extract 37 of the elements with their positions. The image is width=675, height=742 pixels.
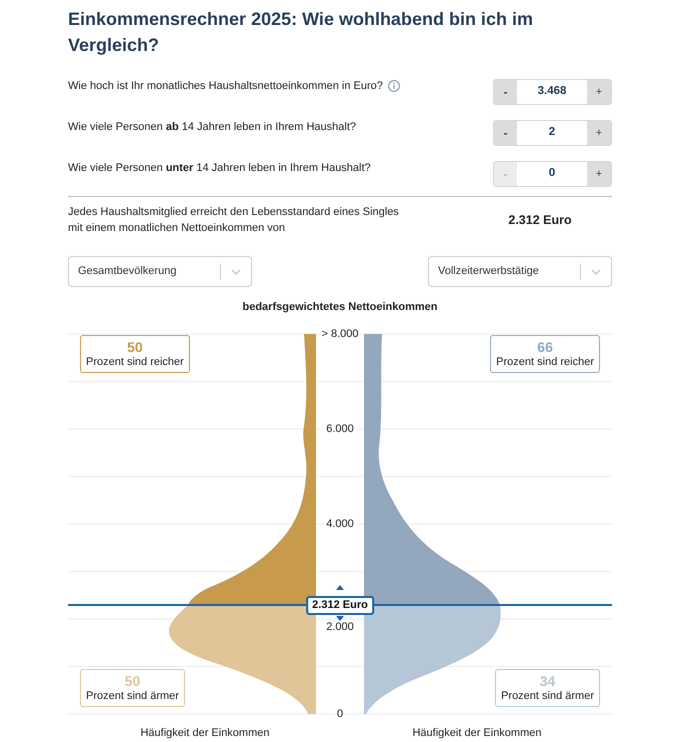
- info-icon[interactable]: [388, 80, 400, 92]
- percentage-value: 66: [537, 339, 553, 355]
- page-title: Einkommensrechner 2025: Wie wohlhabend bin ich im Vergleich?: [68, 8, 534, 57]
- increment-button[interactable]: +: [587, 121, 611, 145]
- axis-tick-label: > 8.000: [320, 328, 360, 340]
- percentage-value: 50: [124, 673, 140, 689]
- axis-title: Häufigkeit der Einkommen: [412, 727, 542, 739]
- question-text: Wie viele Personen ab 14 Jahren leben in Ihrem Haushalt?: [68, 120, 356, 134]
- decrement-button[interactable]: -: [494, 80, 517, 104]
- percentage-label: Prozent sind ärmer: [86, 689, 179, 703]
- marker-value-badge[interactable]: 2.312 Euro: [306, 596, 374, 615]
- percentage-value: 34: [540, 673, 556, 689]
- axis-tick-label: 0: [334, 708, 346, 720]
- chart-title: bedarfsgewichtetes Nettoeinkommen: [242, 300, 438, 314]
- decrement-button[interactable]: -: [494, 121, 517, 145]
- percentage-label: Prozent sind reicher: [86, 355, 184, 369]
- percentage-value: 50: [127, 339, 143, 355]
- axis-tick-label: 6.000: [324, 423, 356, 435]
- caret-up-icon[interactable]: [336, 585, 344, 590]
- number-stepper[interactable]: - 2 +: [493, 120, 612, 146]
- number-stepper[interactable]: - 0 +: [493, 161, 612, 187]
- percentage-label: Prozent sind ärmer: [501, 689, 594, 703]
- axis-tick-label: 4.000: [324, 518, 356, 530]
- number-stepper[interactable]: - 3.468 +: [493, 79, 612, 105]
- result-text: Jedes Haushaltsmitglied erreicht den Lebensstandard eines Singles mit einem monatlichen Nettoeinkommen von: [68, 205, 400, 236]
- axis-title: Häufigkeit der Einkommen: [140, 727, 270, 739]
- increment-button[interactable]: +: [587, 162, 611, 186]
- chevron-down-icon: [591, 268, 601, 274]
- question-text: Wie hoch ist Ihr monatliches Haushaltsnettoeinkommen in Euro?: [68, 79, 383, 93]
- question-text: Wie viele Personen unter 14 Jahren leben in Ihrem Haushalt?: [68, 161, 371, 175]
- percentage-label: Prozent sind reicher: [496, 355, 594, 369]
- population-dropdown[interactable]: Vollzeiterwerbstätige: [428, 256, 612, 287]
- axis-tick-label: 2.000: [324, 621, 356, 633]
- increment-button[interactable]: +: [587, 80, 611, 104]
- population-dropdown[interactable]: Gesamtbevölkerung: [68, 256, 252, 287]
- chevron-down-icon: [231, 268, 241, 274]
- result-value: 2.312 Euro: [507, 212, 573, 229]
